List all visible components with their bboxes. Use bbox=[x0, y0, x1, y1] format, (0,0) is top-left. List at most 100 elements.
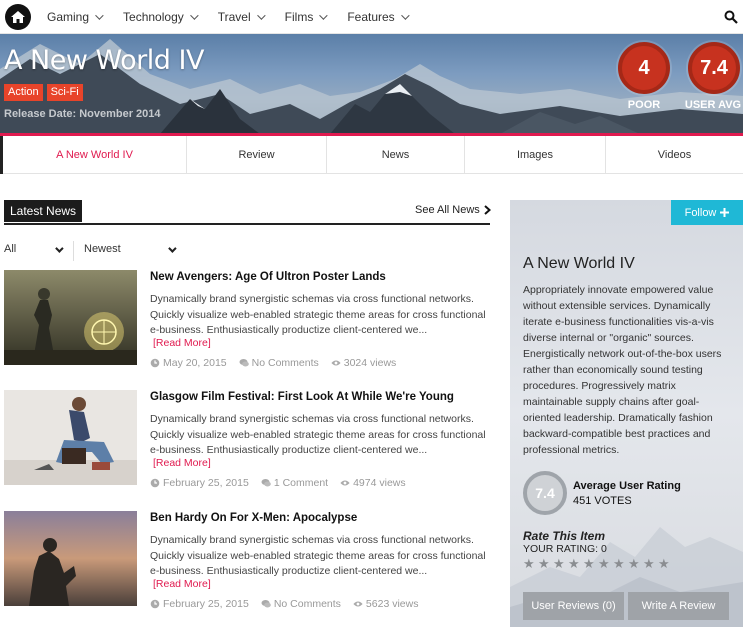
sidebar-description: Appropriately innovate empowered value w… bbox=[523, 284, 722, 456]
search-icon[interactable] bbox=[724, 10, 738, 24]
article-thumbnail[interactable] bbox=[4, 270, 137, 365]
page-title: A New World IV bbox=[4, 45, 204, 76]
vote-count: 451 VOTES bbox=[573, 495, 632, 507]
average-rating-label: Average User Rating bbox=[573, 480, 681, 492]
comments-text: No Comments bbox=[273, 598, 341, 610]
star-icon[interactable]: ★ bbox=[628, 557, 640, 570]
tab-review[interactable]: Review bbox=[186, 136, 326, 174]
chevron-down-icon bbox=[400, 11, 410, 20]
date-text: February 25, 2015 bbox=[163, 477, 249, 489]
tag-sci-fi[interactable]: Sci-Fi bbox=[46, 84, 83, 101]
star-icon[interactable]: ★ bbox=[643, 557, 655, 570]
article-comments[interactable]: 1 Comment bbox=[261, 477, 328, 489]
nav-item-films[interactable]: Films bbox=[284, 10, 328, 24]
list-item: New Avengers: Age Of Ultron Poster Lands… bbox=[4, 270, 490, 369]
tag-action[interactable]: Action bbox=[4, 84, 43, 101]
nav-item-gaming[interactable]: Gaming bbox=[47, 10, 104, 24]
chevron-down-icon[interactable] bbox=[168, 244, 177, 253]
home-button[interactable] bbox=[5, 4, 31, 30]
chevron-down-icon[interactable] bbox=[55, 244, 64, 253]
nav-item-label: Films bbox=[284, 10, 314, 24]
article-date: May 20, 2015 bbox=[150, 357, 227, 369]
read-more-link[interactable]: [Read More] bbox=[153, 578, 211, 590]
follow-button[interactable]: Follow bbox=[671, 200, 743, 225]
article-thumbnail[interactable] bbox=[4, 511, 137, 606]
comments-text: No Comments bbox=[251, 357, 319, 369]
write-review-button[interactable]: Write A Review bbox=[628, 592, 729, 620]
chevron-down-icon bbox=[189, 11, 199, 20]
user-avg-score: 7.4 bbox=[688, 42, 740, 94]
see-all-news-link[interactable]: See All News bbox=[415, 204, 491, 216]
tab-overview[interactable]: A New World IV bbox=[0, 136, 186, 174]
article-comments[interactable]: No Comments bbox=[239, 357, 319, 369]
nav-item-features[interactable]: Features bbox=[347, 10, 410, 24]
views-text: 3024 views bbox=[343, 357, 397, 369]
tab-videos[interactable]: Videos bbox=[605, 136, 743, 174]
date-text: February 25, 2015 bbox=[163, 598, 249, 610]
article-views: 4974 views bbox=[340, 477, 406, 489]
average-rating-badge: 7.4 bbox=[523, 471, 567, 515]
eye-icon bbox=[340, 480, 350, 486]
home-icon bbox=[11, 11, 25, 23]
plus-icon bbox=[720, 208, 730, 217]
article-views: 5623 views bbox=[353, 598, 419, 610]
list-item: Glasgow Film Festival: First Look At Whi… bbox=[4, 390, 490, 489]
critic-score-label: POOR bbox=[627, 99, 661, 111]
chevron-right-icon bbox=[484, 205, 491, 215]
nav-menu: Gaming Technology Travel Films Features bbox=[47, 0, 429, 34]
section-divider bbox=[4, 223, 490, 225]
article-title[interactable]: New Avengers: Age Of Ultron Poster Lands bbox=[150, 271, 386, 283]
chevron-down-icon bbox=[95, 11, 104, 20]
article-views: 3024 views bbox=[331, 357, 397, 369]
rate-item-heading: Rate This Item bbox=[523, 529, 606, 543]
article-thumbnail[interactable] bbox=[4, 390, 137, 485]
nav-item-label: Gaming bbox=[47, 10, 90, 24]
clock-icon bbox=[150, 478, 160, 488]
article-meta: February 25, 2015 No Comments 5623 views bbox=[150, 598, 418, 610]
date-text: May 20, 2015 bbox=[163, 357, 227, 369]
sort-filter[interactable]: Newest bbox=[84, 243, 121, 255]
comments-text: 1 Comment bbox=[273, 477, 329, 489]
see-all-label: See All News bbox=[415, 204, 480, 216]
tab-images[interactable]: Images bbox=[464, 136, 605, 174]
top-nav: Gaming Technology Travel Films Features bbox=[0, 0, 743, 34]
article-date: February 25, 2015 bbox=[150, 477, 249, 489]
nav-item-travel[interactable]: Travel bbox=[217, 10, 266, 24]
star-icon[interactable]: ★ bbox=[568, 557, 580, 570]
star-icon[interactable]: ★ bbox=[658, 557, 670, 570]
star-icon[interactable]: ★ bbox=[613, 557, 625, 570]
user-reviews-button[interactable]: User Reviews (0) bbox=[523, 592, 624, 620]
game-info-sidebar: Follow A New World IV Appropriately inno… bbox=[510, 200, 743, 627]
star-rating-input[interactable]: ★ ★ ★ ★ ★ ★ ★ ★ ★ ★ bbox=[523, 557, 670, 570]
critic-score: 4 bbox=[618, 42, 670, 94]
article-excerpt: Dynamically brand synergistic schemas vi… bbox=[150, 534, 486, 577]
hero-banner: A New World IV Action Sci-Fi Release Dat… bbox=[0, 34, 743, 134]
read-more-link[interactable]: [Read More] bbox=[153, 337, 211, 349]
sort-filter-value: Newest bbox=[84, 243, 121, 255]
release-date: Release Date: November 2014 bbox=[4, 108, 161, 120]
read-more-link[interactable]: [Read More] bbox=[153, 457, 211, 469]
article-title[interactable]: Ben Hardy On For X-Men: Apocalypse bbox=[150, 512, 357, 524]
chevron-down-icon bbox=[256, 11, 266, 20]
clock-icon bbox=[150, 599, 160, 609]
article-title[interactable]: Glasgow Film Festival: First Look At Whi… bbox=[150, 391, 454, 403]
star-icon[interactable]: ★ bbox=[538, 557, 550, 570]
views-text: 5623 views bbox=[365, 598, 419, 610]
eye-icon bbox=[353, 601, 363, 607]
eye-icon bbox=[331, 360, 341, 366]
article-comments[interactable]: No Comments bbox=[261, 598, 341, 610]
star-icon[interactable]: ★ bbox=[553, 557, 565, 570]
category-filter[interactable]: All bbox=[4, 243, 16, 255]
latest-news-heading: Latest News bbox=[4, 200, 83, 222]
views-text: 4974 views bbox=[353, 477, 406, 489]
nav-item-technology[interactable]: Technology bbox=[123, 10, 199, 24]
tab-news[interactable]: News bbox=[326, 136, 464, 174]
genre-tags: Action Sci-Fi bbox=[4, 84, 83, 101]
star-icon[interactable]: ★ bbox=[523, 557, 535, 570]
article-excerpt: Dynamically brand synergistic schemas vi… bbox=[150, 293, 486, 336]
article-meta: February 25, 2015 1 Comment 4974 views bbox=[150, 477, 406, 489]
star-icon[interactable]: ★ bbox=[598, 557, 610, 570]
star-icon[interactable]: ★ bbox=[583, 557, 595, 570]
article-meta: May 20, 2015 No Comments 3024 views bbox=[150, 357, 396, 369]
nav-item-label: Travel bbox=[217, 10, 251, 24]
